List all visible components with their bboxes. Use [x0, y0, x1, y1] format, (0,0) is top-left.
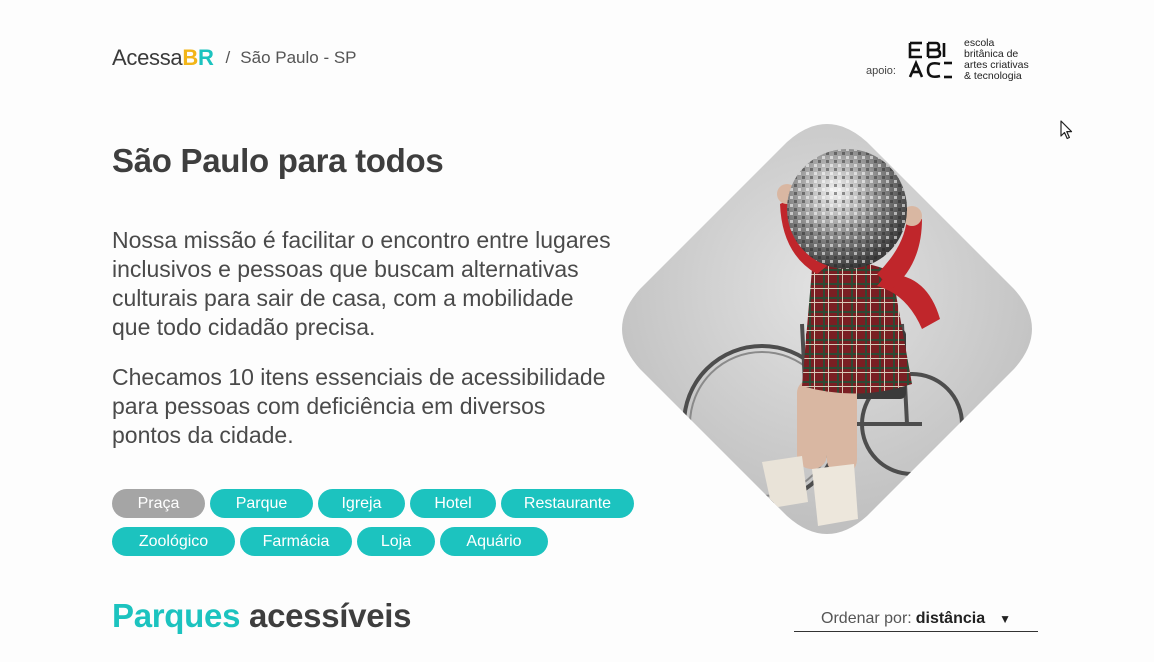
hero-photo [622, 124, 1032, 534]
chip-restaurante[interactable]: Restaurante [501, 489, 634, 518]
checklist-paragraph: Checamos 10 itens essenciais de acessibi… [112, 364, 606, 448]
sort-dropdown[interactable]: Ordenar por: distância ▼ [794, 606, 1038, 632]
acessabr-logo[interactable]: AcessaBR [112, 45, 214, 71]
chip-parque[interactable]: Parque [210, 489, 313, 518]
sponsor-text: escola britânica de artes criativas & te… [964, 38, 1029, 82]
sponsor-label: apoio: [866, 65, 896, 77]
ebac-logo-icon[interactable] [908, 39, 954, 81]
section-title-accent: Parques [112, 597, 241, 634]
site-header: AcessaBR / São Paulo - SP [112, 44, 357, 72]
sponsor-line: & tecnologia [963, 70, 1022, 82]
chip-farmacia[interactable]: Farmácia [240, 527, 352, 556]
sort-selected-value: distância [915, 609, 986, 627]
section-title-rest: acessíveis [249, 597, 412, 634]
category-filter: Praça Parque Igreja Hotel Restaurante Zo… [112, 489, 652, 565]
chip-loja[interactable]: Loja [357, 527, 435, 556]
pointer-cursor-icon [1060, 120, 1073, 140]
logo-letter-b: B [182, 45, 198, 70]
caret-down-icon: ▼ [999, 611, 1011, 626]
breadcrumb-city[interactable]: São Paulo - SP [240, 48, 356, 68]
section-title: Parques acessíveis [112, 597, 411, 635]
category-row: Zoológico Farmácia Loja Aquário [112, 527, 652, 556]
breadcrumb-separator: / [225, 48, 231, 67]
chip-zoologico[interactable]: Zoológico [112, 527, 235, 556]
chip-hotel[interactable]: Hotel [410, 489, 496, 518]
sort-label: Ordenar por: [821, 609, 912, 627]
logo-prefix: Acessa [112, 45, 183, 70]
logo-letter-r: R [197, 45, 214, 70]
chip-praca[interactable]: Praça [112, 489, 205, 518]
category-row: Praça Parque Igreja Hotel Restaurante [112, 489, 652, 518]
sponsor-block: apoio: escola britânica de artes criativ… [866, 38, 1029, 82]
chip-aquario[interactable]: Aquário [440, 527, 548, 556]
page-title: São Paulo para todos [112, 142, 444, 179]
mission-paragraph: Nossa missão é facilitar o encontro entr… [112, 227, 611, 340]
chip-igreja[interactable]: Igreja [318, 489, 405, 518]
